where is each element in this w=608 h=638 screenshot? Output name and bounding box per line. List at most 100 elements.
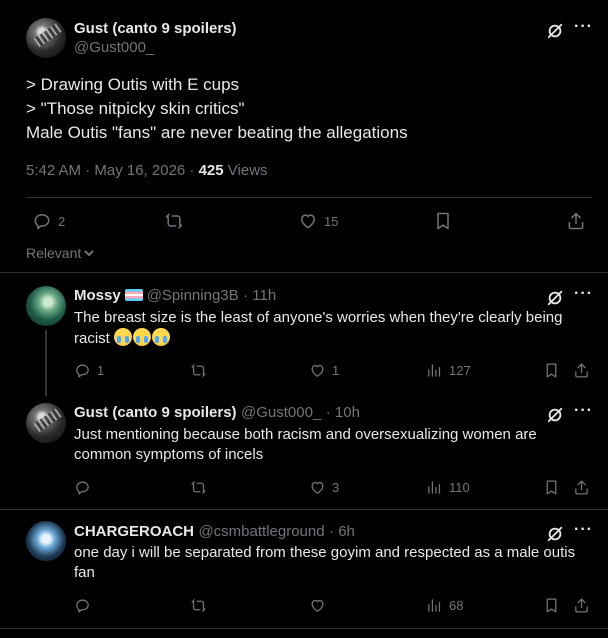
- reply-time[interactable]: · 6h: [329, 523, 355, 540]
- sort-label: Relevant: [26, 245, 82, 261]
- views-icon: [428, 481, 441, 494]
- views-button[interactable]: 110: [426, 479, 470, 496]
- more-icon[interactable]: ···: [574, 285, 593, 303]
- reply-handle[interactable]: @Spinning3B: [147, 287, 239, 304]
- reply-icon: [76, 599, 89, 613]
- view-count: 68: [449, 598, 464, 613]
- tweet-timestamp: 5:42 AM · May 16, 2026 · 425 Views: [26, 162, 268, 179]
- reply-name[interactable]: Mossy: [74, 287, 121, 304]
- reply-name[interactable]: Gust (canto 9 spoilers): [74, 404, 237, 421]
- author-name[interactable]: Gust (canto 9 spoilers): [74, 20, 237, 37]
- like-button[interactable]: 1: [309, 362, 339, 379]
- retweet-icon: [165, 213, 183, 229]
- reply-button[interactable]: 1: [74, 362, 104, 379]
- reply-text: one day i will be separated from these g…: [74, 544, 576, 581]
- reply-time[interactable]: · 10h: [326, 404, 360, 421]
- bookmark-button[interactable]: [543, 597, 560, 614]
- grok-icon[interactable]: [546, 525, 564, 543]
- tweet-line: > Drawing Outis with E cups: [26, 75, 240, 94]
- views-icon: [428, 364, 441, 377]
- reply-avatar[interactable]: [26, 403, 66, 443]
- more-icon[interactable]: ···: [574, 402, 593, 420]
- retweet-button[interactable]: [190, 479, 207, 496]
- view-count: 127: [449, 363, 471, 378]
- views-button[interactable]: 68: [426, 597, 463, 614]
- reply-button[interactable]: 2: [32, 211, 65, 231]
- divider: [0, 272, 608, 273]
- tweet-detail: Gust (canto 9 spoilers) @Gust000_ ··· > …: [0, 0, 608, 638]
- share-icon: [568, 212, 584, 230]
- views-button[interactable]: 127: [426, 362, 471, 379]
- like-button[interactable]: [309, 597, 326, 614]
- like-count: 15: [324, 213, 339, 229]
- reply-header: Mossy @Spinning3B · 11h: [74, 287, 276, 305]
- reply-handle[interactable]: @csmbattleground: [198, 523, 324, 540]
- divider: [0, 509, 608, 510]
- bookmark-icon: [546, 363, 557, 378]
- retweet-icon: [191, 599, 206, 612]
- reply-avatar[interactable]: [26, 521, 66, 561]
- retweet-icon: [191, 364, 206, 377]
- reply-icon: [76, 364, 89, 378]
- retweet-button[interactable]: [164, 211, 190, 231]
- reply-button[interactable]: [74, 597, 91, 614]
- like-count: 1: [332, 363, 340, 378]
- share-icon: [575, 598, 588, 613]
- share-icon: [575, 480, 588, 495]
- sort-dropdown[interactable]: Relevant: [26, 245, 95, 261]
- tweet-line: > "Those nitpicky skin critics": [26, 99, 245, 118]
- trans-flag-icon: [124, 289, 143, 301]
- like-icon: [311, 599, 324, 612]
- retweet-button[interactable]: [190, 597, 207, 614]
- grok-icon[interactable]: [546, 289, 564, 307]
- reply-icon: [34, 214, 50, 230]
- share-icon: [575, 363, 588, 378]
- reply-count: 1: [97, 363, 105, 378]
- bookmark-icon: [546, 480, 557, 495]
- divider: [0, 628, 608, 629]
- reply-handle[interactable]: @Gust000_: [241, 404, 321, 421]
- like-button[interactable]: 15: [298, 211, 338, 231]
- author-avatar[interactable]: [26, 18, 66, 58]
- bookmark-button[interactable]: [543, 362, 560, 379]
- grok-icon[interactable]: [546, 406, 564, 424]
- reply-avatar[interactable]: [26, 286, 66, 326]
- loudly-crying-emoji: [133, 328, 152, 346]
- more-icon[interactable]: ···: [574, 18, 593, 36]
- views-label: Views: [223, 162, 268, 179]
- like-icon: [301, 214, 315, 229]
- reply-button[interactable]: [74, 479, 91, 496]
- views-count: 425: [198, 162, 224, 179]
- grok-icon[interactable]: [546, 22, 564, 40]
- loudly-crying-emoji: [152, 328, 171, 346]
- like-count: 3: [332, 480, 340, 495]
- like-button[interactable]: 3: [309, 479, 339, 496]
- reply-time[interactable]: · 11h: [243, 287, 276, 304]
- share-button[interactable]: [573, 597, 590, 614]
- retweet-icon: [191, 481, 206, 494]
- share-button[interactable]: [566, 211, 586, 231]
- more-icon[interactable]: ···: [574, 521, 593, 539]
- reply-name[interactable]: CHARGEROACH: [74, 523, 194, 540]
- reply-header: Gust (canto 9 spoilers) @Gust000_ · 10h: [74, 404, 360, 422]
- author-handle[interactable]: @Gust000_: [74, 39, 154, 56]
- reply-text: Just mentioning because both racism and …: [74, 426, 537, 463]
- reply-text: The breast size is the least of anyone's…: [74, 308, 594, 349]
- retweet-button[interactable]: [190, 362, 207, 379]
- loudly-crying-emoji: [114, 328, 133, 346]
- bookmark-button[interactable]: [433, 211, 453, 231]
- share-button[interactable]: [573, 362, 590, 379]
- like-icon: [311, 481, 324, 494]
- like-icon: [311, 364, 324, 377]
- reply-header: CHARGEROACH @csmbattleground · 6h: [74, 523, 355, 541]
- timestamp-text[interactable]: 5:42 AM · May 16, 2026 ·: [26, 162, 199, 179]
- chevron-down-icon: [84, 250, 94, 257]
- divider: [26, 197, 592, 198]
- bookmark-icon: [437, 212, 449, 230]
- bookmark-button[interactable]: [543, 479, 560, 496]
- share-button[interactable]: [573, 479, 590, 496]
- views-icon: [428, 599, 441, 612]
- bookmark-icon: [546, 598, 557, 613]
- tweet-line: Male Outis "fans" are never beating the …: [26, 123, 408, 142]
- view-count: 110: [449, 480, 470, 495]
